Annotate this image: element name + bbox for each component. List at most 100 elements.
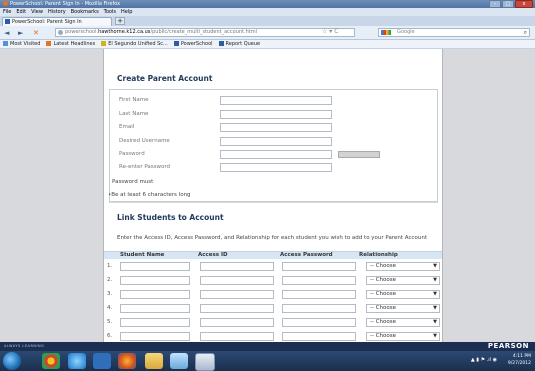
access-id-input[interactable] <box>200 262 274 271</box>
username-label: Desired Username <box>119 138 170 144</box>
bookmark-label: Most Visited <box>10 41 41 47</box>
relationship-value: -- Choose <box>370 305 397 311</box>
paint-icon[interactable] <box>195 353 215 371</box>
file-explorer-icon[interactable] <box>170 353 188 369</box>
menu-view[interactable]: View <box>31 8 43 16</box>
powerschool-icon <box>5 19 10 24</box>
student-name-input[interactable] <box>120 318 190 327</box>
tab-powerschool[interactable]: PowerSchool: Parent Sign In <box>2 17 112 26</box>
forward-arrow-icon[interactable]: ► <box>18 29 23 37</box>
relationship-select[interactable]: -- Choose ▼ <box>366 332 440 341</box>
dropdown-arrow-icon: ▼ <box>433 305 437 311</box>
tools-icon[interactable]: ✕ <box>33 29 39 37</box>
maximize-button[interactable]: □ <box>502 0 514 8</box>
student-name-input[interactable] <box>120 290 190 299</box>
window-title-bar: PowerSchool: Parent Sign In - Mozilla Fi… <box>0 0 535 8</box>
bookmark-most-visited[interactable]: Most Visited <box>3 40 40 48</box>
email-field[interactable] <box>220 123 332 132</box>
student-name-input[interactable] <box>120 262 190 271</box>
access-password-input[interactable] <box>282 290 356 299</box>
access-id-input[interactable] <box>200 290 274 299</box>
menu-bookmarks[interactable]: Bookmarks <box>71 8 99 16</box>
ie-icon[interactable] <box>68 353 86 369</box>
windows-taskbar: ▲ ▮ ⚑ .ıl ◉ 4:11 PM 9/27/2012 <box>0 351 535 371</box>
access-password-input[interactable] <box>282 318 356 327</box>
close-button[interactable]: x <box>515 0 533 8</box>
student-name-input[interactable] <box>120 304 190 313</box>
access-password-input[interactable] <box>282 332 356 341</box>
url-bar-icons[interactable]: ☆ ▾ C <box>322 28 338 35</box>
student-name-input[interactable] <box>120 276 190 285</box>
powerschool-icon <box>218 41 224 46</box>
access-id-input[interactable] <box>200 304 274 313</box>
back-arrow-icon[interactable]: ◄ <box>4 29 9 37</box>
minimize-button[interactable]: – <box>489 0 501 8</box>
window-controls: – □ x <box>489 0 533 8</box>
system-tray-icons[interactable]: ▲ ▮ ⚑ .ıl ◉ <box>471 357 497 363</box>
media-player-icon[interactable] <box>93 353 111 369</box>
relationship-select[interactable]: -- Choose ▼ <box>366 290 440 299</box>
table-row: 3. -- Choose ▼ <box>104 290 442 300</box>
url-prefix: powerschool. <box>65 29 99 35</box>
bookmark-label: PowerSchool <box>180 41 213 47</box>
page-viewport: Create Parent Account First Name Last Na… <box>0 49 535 342</box>
relationship-value: -- Choose <box>370 263 397 269</box>
relationship-value: -- Choose <box>370 277 397 283</box>
relationship-select[interactable]: -- Choose ▼ <box>366 276 440 285</box>
start-orb-icon[interactable] <box>3 352 21 370</box>
password-field[interactable] <box>220 150 332 159</box>
search-icon[interactable]: ⌕ <box>524 29 527 36</box>
dropdown-arrow-icon: ▼ <box>433 291 437 297</box>
url-bar[interactable]: powerschool.hawthorne.k12.ca.us/public/c… <box>55 28 355 37</box>
password-requirement: •Be at least 6 characters long <box>108 192 191 198</box>
menu-help[interactable]: Help <box>121 8 132 16</box>
access-password-input[interactable] <box>282 276 356 285</box>
pearson-brand-strip: ALWAYS LEARNING PEARSON <box>0 342 535 351</box>
section-divider <box>109 202 438 203</box>
bookmark-label: Latest Headlines <box>53 41 96 47</box>
relationship-select[interactable]: -- Choose ▼ <box>366 304 440 313</box>
search-input[interactable]: Google ⌕ <box>378 28 530 37</box>
student-name-input[interactable] <box>120 332 190 341</box>
row-number: 1. <box>107 263 113 269</box>
menu-edit[interactable]: Edit <box>16 8 26 16</box>
menu-file[interactable]: File <box>3 8 11 16</box>
search-placeholder: Google <box>397 29 415 35</box>
access-id-input[interactable] <box>200 332 274 341</box>
url-path: /public/create_multi_student_account.htm… <box>150 29 257 35</box>
clock-time: 4:11 PM <box>512 354 531 359</box>
new-tab-button[interactable]: + <box>115 17 125 25</box>
table-row: 5. -- Choose ▼ <box>104 318 442 328</box>
table-row: 6. -- Choose ▼ <box>104 332 442 342</box>
google-icon[interactable] <box>381 30 391 35</box>
folder-icon[interactable] <box>145 353 163 369</box>
pearson-logo: PEARSON <box>487 342 529 350</box>
bookmark-latest-headlines[interactable]: Latest Headlines <box>46 40 95 48</box>
bookmark-report-queue[interactable]: Report Queue <box>218 40 260 48</box>
menu-tools[interactable]: Tools <box>104 8 116 16</box>
row-number: 4. <box>107 305 113 311</box>
access-password-input[interactable] <box>282 304 356 313</box>
last-name-field[interactable] <box>220 110 332 119</box>
relationship-value: -- Choose <box>370 291 397 297</box>
relationship-select[interactable]: -- Choose ▼ <box>366 318 440 327</box>
chrome-icon[interactable] <box>42 353 60 369</box>
school-icon <box>101 41 107 46</box>
column-access-password: Access Password <box>280 252 333 258</box>
bookmark-powerschool[interactable]: PowerSchool <box>173 40 213 48</box>
table-row: 2. -- Choose ▼ <box>104 276 442 286</box>
dropdown-arrow-icon: ▼ <box>433 319 437 325</box>
first-name-field[interactable] <box>220 96 332 105</box>
relationship-select[interactable]: -- Choose ▼ <box>366 262 440 271</box>
bookmark-el-segundo[interactable]: El Segundo Unified Sc... <box>101 40 168 48</box>
username-field[interactable] <box>220 137 332 146</box>
access-password-input[interactable] <box>282 262 356 271</box>
reenter-password-field[interactable] <box>220 163 332 172</box>
access-id-input[interactable] <box>200 276 274 285</box>
bookmarks-toolbar: Most Visited Latest Headlines El Segundo… <box>0 40 535 49</box>
menu-history[interactable]: History <box>48 8 66 16</box>
firefox-icon[interactable] <box>118 353 136 369</box>
clock[interactable]: 4:11 PM 9/27/2012 <box>508 353 531 367</box>
access-id-input[interactable] <box>200 318 274 327</box>
bookmark-icon <box>3 41 8 46</box>
